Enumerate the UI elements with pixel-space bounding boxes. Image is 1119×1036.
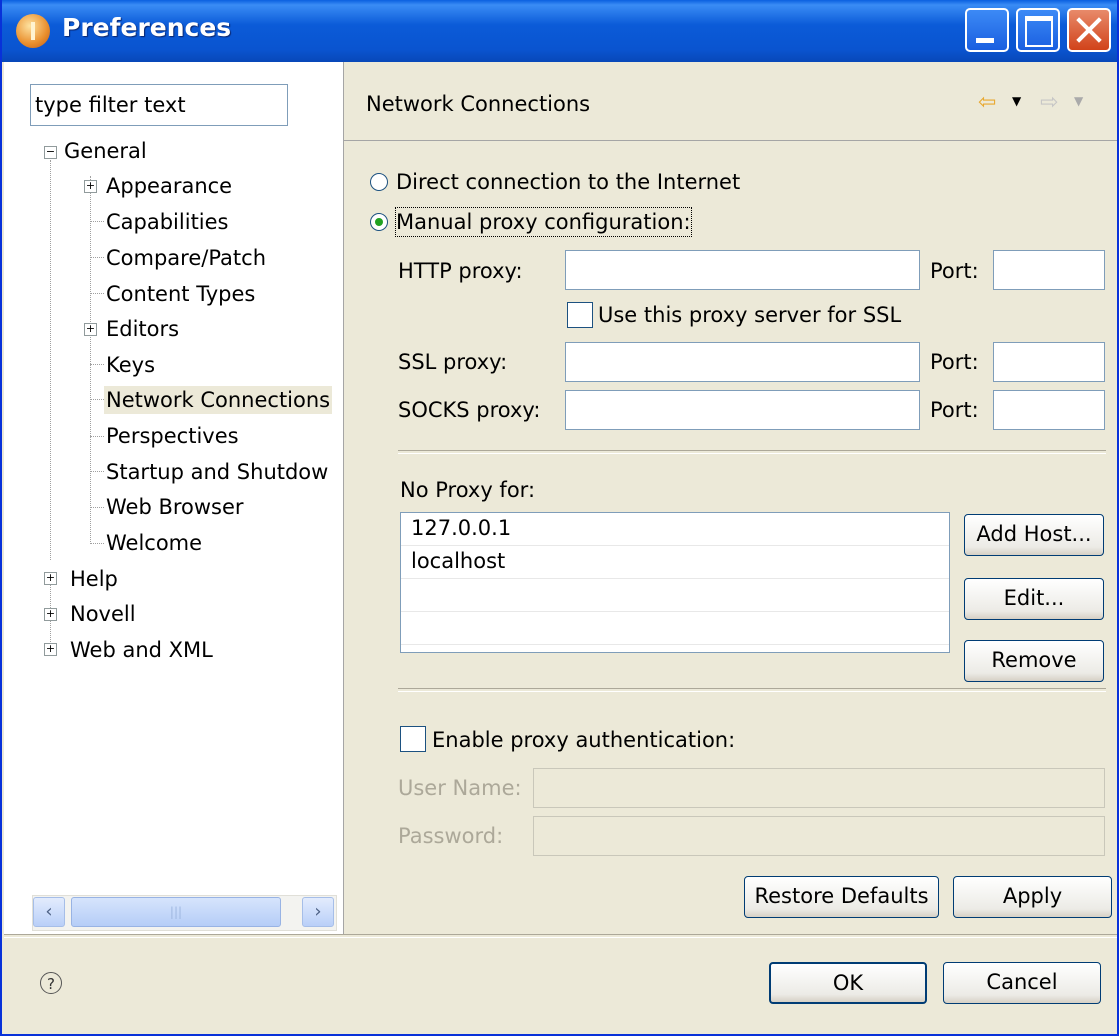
tree-line (90, 364, 104, 365)
tree-line (90, 221, 104, 222)
tree-item-appearance[interactable]: Appearance (106, 172, 232, 200)
direct-connection-label[interactable]: Direct connection to the Internet (396, 168, 740, 196)
enable-auth-label[interactable]: Enable proxy authentication: (432, 726, 735, 754)
edit-host-button[interactable]: Edit... (964, 578, 1104, 620)
tree-item-startup-shutdown[interactable]: Startup and Shutdow (106, 458, 328, 486)
use-ssl-label[interactable]: Use this proxy server for SSL (598, 301, 901, 329)
maximize-button[interactable] (1016, 8, 1060, 52)
ssl-proxy-label: SSL proxy: (398, 350, 508, 374)
horizontal-scrollbar[interactable]: ‹ ||| › (32, 895, 337, 931)
tree-item-network-connections[interactable]: Network Connections (104, 386, 333, 414)
section-divider (398, 450, 1106, 454)
tree-item-keys[interactable]: Keys (106, 351, 155, 379)
list-item (401, 612, 949, 645)
expand-icon[interactable]: + (84, 323, 97, 336)
tree-item-web-browser[interactable]: Web Browser (106, 493, 244, 521)
password-input[interactable] (533, 816, 1105, 856)
preferences-window: Preferences − General + Appearance Capab… (0, 0, 1119, 1036)
http-port-label: Port: (930, 259, 979, 283)
tree-item-novell[interactable]: Novell (70, 600, 136, 628)
ssl-proxy-input[interactable] (565, 342, 920, 382)
section-divider (398, 688, 1106, 692)
tree-line (90, 436, 104, 437)
restore-defaults-button[interactable]: Restore Defaults (744, 876, 939, 918)
window-title: Preferences (62, 13, 232, 42)
http-proxy-label: HTTP proxy: (398, 259, 523, 283)
scroll-left-icon[interactable]: ‹ (33, 897, 65, 927)
socks-port-label: Port: (930, 398, 979, 422)
page-title: Network Connections (366, 92, 591, 116)
enable-auth-checkbox[interactable] (400, 726, 426, 752)
http-proxy-input[interactable] (565, 250, 920, 290)
tree-item-compare-patch[interactable]: Compare/Patch (106, 244, 266, 272)
tree-item-content-types[interactable]: Content Types (106, 280, 255, 308)
direct-connection-radio[interactable] (370, 173, 388, 191)
filter-input[interactable] (30, 84, 288, 126)
forward-arrow-icon[interactable]: ⇨ (1040, 90, 1058, 115)
page-header: Network Connections ⇦ ▼ ⇨ ▼ (344, 62, 1117, 142)
tree-item-capabilities[interactable]: Capabilities (106, 208, 229, 236)
expand-icon[interactable]: + (44, 608, 57, 621)
tree-line (50, 160, 51, 560)
expand-icon[interactable]: + (84, 180, 97, 193)
password-label: Password: (398, 824, 504, 848)
apply-button[interactable]: Apply (953, 876, 1112, 918)
list-item[interactable]: 127.0.0.1 (401, 513, 949, 546)
manual-proxy-label[interactable]: Manual proxy configuration: (395, 207, 692, 237)
tree-line (90, 293, 104, 294)
scroll-right-icon[interactable]: › (302, 897, 334, 927)
no-proxy-host-list[interactable]: 127.0.0.1 localhost (400, 512, 950, 653)
tree-item-perspectives[interactable]: Perspectives (106, 422, 239, 450)
tree-line (90, 471, 104, 472)
list-item (401, 579, 949, 612)
minimize-button[interactable] (965, 8, 1009, 52)
user-name-input[interactable] (533, 768, 1105, 808)
expand-icon[interactable]: + (44, 643, 57, 656)
socks-proxy-label: SOCKS proxy: (398, 398, 541, 422)
add-host-button[interactable]: Add Host... (964, 514, 1104, 556)
manual-proxy-radio[interactable] (370, 213, 388, 231)
tree-line (90, 257, 104, 258)
tree-item-web-xml[interactable]: Web and XML (70, 636, 213, 664)
footer-divider (4, 934, 1117, 938)
ssl-port-label: Port: (930, 350, 979, 374)
collapse-icon[interactable]: − (44, 146, 57, 159)
no-proxy-label: No Proxy for: (400, 478, 536, 502)
scrollbar-thumb[interactable]: ||| (71, 897, 281, 927)
socks-proxy-input[interactable] (565, 390, 920, 430)
tree-item-general[interactable]: General (64, 137, 147, 165)
cancel-button[interactable]: Cancel (943, 962, 1101, 1004)
tree-line (90, 507, 104, 508)
forward-dropdown-icon[interactable]: ▼ (1074, 94, 1083, 108)
socks-port-input[interactable] (993, 390, 1105, 430)
back-dropdown-icon[interactable]: ▼ (1012, 94, 1021, 108)
title-bar[interactable]: Preferences (2, 0, 1117, 62)
list-item[interactable]: localhost (401, 546, 949, 579)
tree-item-help[interactable]: Help (70, 565, 118, 593)
tree-item-editors[interactable]: Editors (106, 315, 179, 343)
header-divider (344, 140, 1117, 141)
use-ssl-checkbox[interactable] (567, 302, 593, 328)
user-name-label: User Name: (398, 776, 522, 800)
help-icon[interactable]: ? (40, 972, 62, 994)
remove-host-button[interactable]: Remove (964, 640, 1104, 682)
tree-item-welcome[interactable]: Welcome (106, 529, 202, 557)
ok-button[interactable]: OK (769, 962, 927, 1004)
tree-line (90, 176, 91, 544)
expand-icon[interactable]: + (44, 572, 57, 585)
close-button[interactable] (1067, 8, 1111, 52)
ssl-port-input[interactable] (993, 342, 1105, 382)
tree-line (90, 399, 104, 400)
http-port-input[interactable] (993, 250, 1105, 290)
back-arrow-icon[interactable]: ⇦ (978, 90, 996, 115)
eclipse-app-icon (16, 14, 50, 48)
tree-line (90, 543, 104, 544)
